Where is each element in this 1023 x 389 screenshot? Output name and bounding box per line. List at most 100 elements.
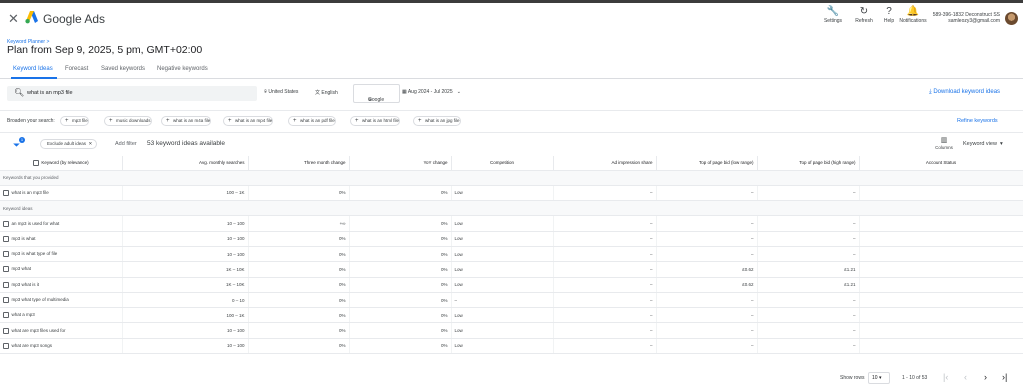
cell-value: – [649, 190, 653, 196]
column-header-avg-monthly-searches[interactable]: Avg. monthly searches [122, 156, 249, 171]
cell-value: Low [454, 190, 463, 196]
cell-value: Low [454, 251, 463, 257]
table-row[interactable]: what a mp3 100 – 1K 0% 0% Low – – – [0, 307, 1023, 324]
suggestion-chip[interactable]: + mp3 file [60, 116, 89, 126]
table-row[interactable]: mp3 is what type of file 10 – 100 0% 0% Low –… [0, 246, 1023, 263]
next-page-icon[interactable]: › [984, 372, 987, 382]
row-checkbox[interactable] [3, 312, 9, 319]
table-row[interactable]: mp3 what 1K – 10K 0% 0% Low – £0.62 £1.21 [0, 261, 1023, 278]
tab-negative-keywords[interactable]: Negative keywords [157, 66, 208, 72]
table-row[interactable]: an mp3 is used for what 10 – 100 +∞ 0% Low – –… [0, 215, 1023, 232]
tab-keyword-ideas[interactable]: Keyword Ideas [13, 66, 53, 72]
cell-comp: Low [451, 307, 554, 324]
cell-high: – [757, 231, 860, 247]
plus-icon: + [228, 118, 232, 124]
search-input[interactable]: 🔍︎ what is an mp3 file [7, 86, 257, 101]
table-row[interactable]: mp3 what type of multimedia 0 – 10 0% 0% – – –… [0, 292, 1023, 309]
suggestion-chip[interactable]: + what is an m4a file [161, 116, 212, 126]
column-header-three-month-change[interactable]: Three month change [248, 156, 350, 171]
cell-account-status [859, 215, 1023, 232]
column-header-keyword-by-relevance[interactable]: Keyword (by relevance) [0, 156, 123, 171]
suggestion-chip[interactable]: + music downloads [104, 116, 152, 126]
chevron-down-icon: ⌄ [452, 89, 461, 95]
suggestion-chip[interactable]: + what is an jpg file [413, 116, 461, 126]
row-checkbox[interactable] [3, 189, 9, 196]
column-header-account-status[interactable]: Account Status [859, 156, 1023, 171]
cell-value: – [750, 343, 754, 349]
suggestion-chip[interactable]: + what is an mp4 file [223, 116, 274, 126]
close-icon[interactable]: ✕ [8, 11, 19, 27]
cell-value: 10 – 100 [226, 236, 245, 242]
suggestion-chip[interactable]: + what is an pdf file [288, 116, 336, 126]
columns-icon: ▥ [940, 137, 948, 144]
row-checkbox[interactable] [3, 297, 9, 304]
help-label: Help [883, 18, 895, 24]
row-checkbox[interactable] [3, 281, 9, 288]
cell-value: – [852, 251, 856, 257]
table-row[interactable]: mp3 is what 10 – 100 0% 0% Low – – – [0, 231, 1023, 247]
cell-value: 0% [338, 328, 346, 334]
keyword-view-dropdown[interactable]: Keyword view ▾ [963, 141, 1003, 147]
refine-keywords-button[interactable]: Refine keywords [957, 118, 998, 124]
cell-value: Low [454, 282, 463, 288]
tab-forecast[interactable]: Forecast [65, 66, 88, 72]
column-header-ad-impression-share[interactable]: Ad impression share [553, 156, 657, 171]
exclude-adult-ideas-chip[interactable]: Exclude adult ideas ✕ [40, 139, 98, 149]
add-filter-button[interactable]: Add filter [115, 141, 137, 147]
first-page-icon: |‹ [943, 372, 949, 382]
cell-three: 0% [248, 307, 350, 324]
column-header-top-of-page-bid-high-range[interactable]: Top of page bid (high range) [757, 156, 860, 171]
row-checkbox[interactable] [3, 235, 9, 242]
tab-saved-keywords[interactable]: Saved keywords [101, 66, 145, 72]
cell-low: £0.62 [656, 277, 758, 293]
row-checkbox[interactable] [3, 220, 9, 227]
row-checkbox[interactable] [3, 251, 9, 258]
row-checkbox[interactable] [3, 342, 9, 349]
plus-icon: + [355, 118, 359, 124]
table-row[interactable]: what is an mp3 file 100 – 1K 0% 0% Low – – – [0, 185, 1023, 202]
table-row[interactable]: what are mp3 songs 10 – 100 0% 0% Low – – – [0, 338, 1023, 355]
cell-value: mp3 what type of multimedia [11, 297, 69, 303]
section-row: Keywords that you provided [0, 170, 1023, 186]
columns-button[interactable]: ▥ Columns [935, 137, 953, 150]
cell-account-status [859, 307, 1023, 324]
table-row[interactable]: mp3 what is it 1K – 10K 0% 0% Low – £0.62 £1.21 [0, 277, 1023, 293]
suggestion-chip[interactable]: + what is an html file [350, 116, 401, 126]
cell-avg: 1K – 10K [122, 277, 249, 293]
cell-value: mp3 what [11, 266, 32, 272]
cell-value: Low [454, 312, 463, 318]
network-filter[interactable]: ≋ Google [353, 84, 400, 103]
last-page-icon[interactable]: ›| [1002, 372, 1007, 382]
cell-value: – [649, 221, 653, 227]
cell-value: Low [454, 328, 463, 334]
cell-value: – [750, 190, 754, 196]
cell-account-status [859, 261, 1023, 278]
settings-button[interactable]: 🔧 Settings [816, 6, 850, 24]
section-label: Keyword ideas [0, 200, 1023, 217]
broaden-label: Broaden your search: [7, 118, 55, 124]
row-checkbox[interactable] [3, 266, 9, 273]
select-all-checkbox[interactable] [32, 159, 39, 166]
cell-comp: Low [451, 215, 554, 232]
column-header-top-of-page-bid-low-range[interactable]: Top of page bid (low range) [656, 156, 758, 171]
close-icon[interactable]: ✕ [86, 141, 93, 146]
account-info[interactable]: 589-396-1832 Deconstruct SS samleozy3@gm… [918, 12, 1000, 24]
cell-comp: Low [451, 338, 554, 355]
avatar[interactable] [1005, 12, 1018, 25]
column-header-yoy-change[interactable]: YoY change [349, 156, 452, 171]
download-button[interactable]: ⤓ Download keyword ideas [929, 89, 1000, 96]
row-checkbox[interactable] [3, 327, 9, 334]
cell-avg: 10 – 100 [122, 322, 249, 339]
cell-high: £1.21 [757, 277, 860, 293]
cell-value: – [852, 312, 856, 318]
location-filter[interactable]: ⌾ United States [264, 89, 298, 95]
table-row[interactable]: what are mp3 files used for 10 – 100 0% 0% L… [0, 322, 1023, 339]
date-range-filter[interactable]: ▦ Aug 2024 - Jul 2025 ⌄ [402, 89, 461, 95]
cell-value: 10 – 100 [226, 221, 245, 227]
column-header-competition[interactable]: Competition [451, 156, 554, 171]
cell-comp: Low [451, 231, 554, 247]
settings-label: Settings [823, 18, 843, 24]
filter-count-badge: 1 [19, 137, 25, 143]
rows-per-page-select[interactable]: 10 ▾ [868, 372, 890, 384]
language-filter[interactable]: 文 English [315, 89, 338, 96]
